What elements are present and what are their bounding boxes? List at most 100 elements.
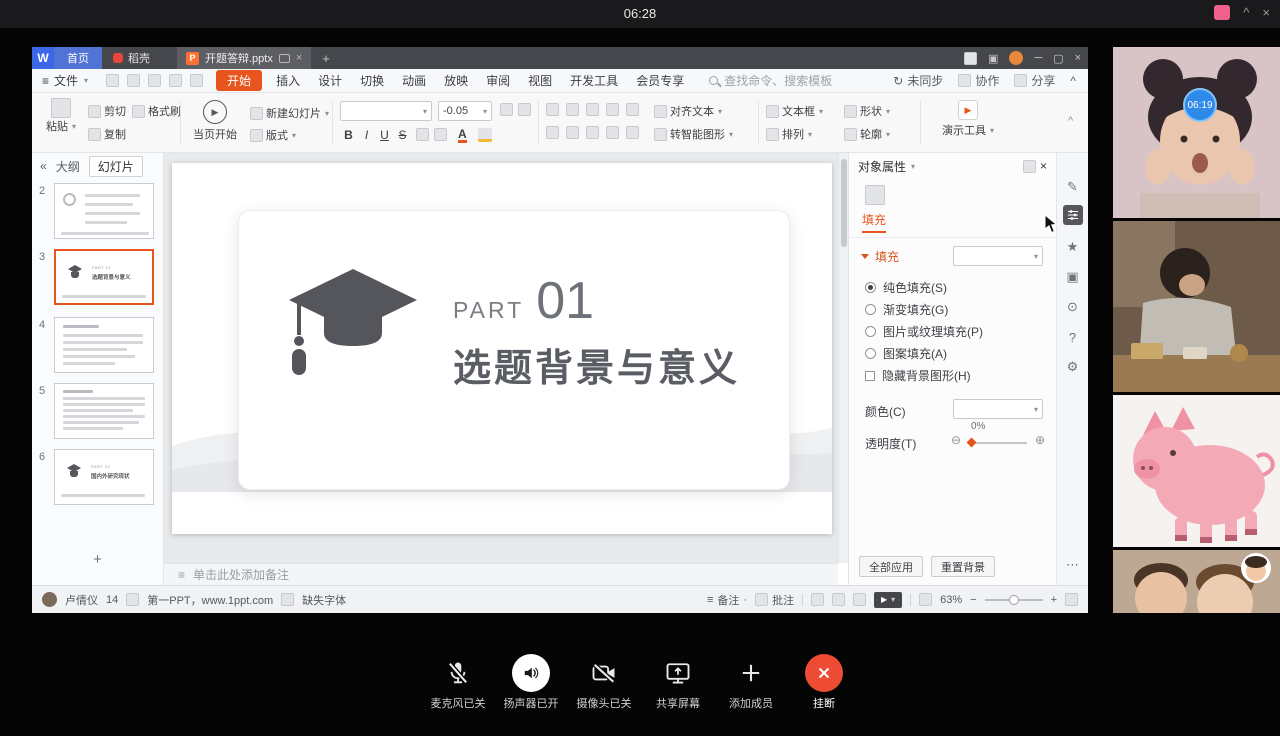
- more-tools-icon[interactable]: ⋯: [1063, 555, 1083, 575]
- strikethrough-button[interactable]: S: [394, 126, 411, 143]
- align-right-icon[interactable]: [586, 126, 599, 139]
- line-spacing-icon[interactable]: [626, 126, 639, 139]
- help-icon[interactable]: ?: [1063, 327, 1083, 347]
- underline-button[interactable]: U: [376, 126, 393, 143]
- presentation-tools-button[interactable]: ▶ 演示工具▾: [930, 100, 1006, 138]
- smart-assist-icon[interactable]: ⊙: [1063, 297, 1083, 317]
- missing-font-warning[interactable]: 缺失字体: [302, 592, 346, 608]
- color-combo[interactable]: ▾: [953, 399, 1043, 419]
- slide-title[interactable]: 选题背景与意义: [453, 337, 740, 392]
- align-text-button[interactable]: 对齐文本▾: [654, 103, 722, 119]
- copy-button[interactable]: 复制: [88, 126, 126, 142]
- zoom-slider-thumb[interactable]: [1009, 595, 1019, 605]
- superscript-icon[interactable]: [416, 128, 429, 141]
- maximize-icon[interactable]: ▢: [1053, 52, 1063, 65]
- comments-toggle[interactable]: 批注: [755, 592, 794, 608]
- new-slide-button[interactable]: 新建幻灯片▾: [250, 105, 329, 121]
- subscript-icon[interactable]: [434, 128, 447, 141]
- slideshow-play-button[interactable]: ▶▾: [874, 592, 902, 608]
- zoom-in-icon[interactable]: +: [1051, 594, 1057, 606]
- font-size-combo[interactable]: -0.05▾: [438, 101, 492, 121]
- decrease-font-icon[interactable]: [518, 103, 531, 116]
- share-button[interactable]: 分享: [1014, 72, 1055, 89]
- save-icon[interactable]: [106, 74, 119, 87]
- menu-tab-insert[interactable]: 插入: [267, 70, 309, 91]
- slide-thumbnail-5[interactable]: [54, 383, 154, 439]
- fullscreen-icon[interactable]: [1065, 593, 1078, 606]
- notes-toggle[interactable]: ≡备注·: [707, 592, 747, 608]
- scrollbar-thumb[interactable]: [841, 159, 847, 247]
- zoom-level[interactable]: 63%: [940, 594, 962, 606]
- part-row[interactable]: PART 01: [453, 271, 594, 331]
- fit-slide-icon[interactable]: [919, 593, 932, 606]
- slide-thumbnail-4[interactable]: [54, 317, 154, 373]
- window-close-icon[interactable]: ×: [1075, 52, 1081, 64]
- add-slide-button[interactable]: +: [32, 551, 163, 568]
- font-color-button[interactable]: A: [458, 128, 467, 143]
- increase-font-icon[interactable]: [500, 103, 513, 116]
- text-box-button[interactable]: 文本框▾: [766, 103, 823, 119]
- slide-content-card[interactable]: PART 01 选题背景与意义: [238, 210, 790, 490]
- menu-tab-design[interactable]: 设计: [309, 70, 351, 91]
- align-center-icon[interactable]: [566, 126, 579, 139]
- settings-gear-icon[interactable]: ⚙: [1063, 357, 1083, 377]
- undo-icon[interactable]: [169, 74, 182, 87]
- arrange-button[interactable]: 排列▾: [766, 126, 812, 142]
- justify-icon[interactable]: [606, 126, 619, 139]
- close-icon[interactable]: ×: [1262, 5, 1270, 20]
- cut-button[interactable]: 剪切: [88, 103, 126, 119]
- new-tab-button[interactable]: +: [322, 51, 330, 66]
- menu-tab-review[interactable]: 审阅: [477, 70, 519, 91]
- tab-slides[interactable]: 幻灯片: [89, 156, 143, 177]
- style-pencil-icon[interactable]: ✎: [1063, 177, 1083, 197]
- transparency-plus-icon[interactable]: ⊕: [1035, 433, 1045, 447]
- participant-video-2[interactable]: [1113, 221, 1280, 392]
- menu-tab-transition[interactable]: 切换: [351, 70, 393, 91]
- menu-tab-developer[interactable]: 开发工具: [561, 70, 627, 91]
- ribbon-more-icon[interactable]: ^: [1068, 115, 1073, 127]
- transparency-slider[interactable]: [969, 442, 1027, 444]
- align-left-icon[interactable]: [546, 126, 559, 139]
- fill-option-gradient[interactable]: 渐变填充(G): [865, 301, 948, 318]
- command-search[interactable]: 查找命令、搜索模板: [709, 72, 832, 89]
- animation-pane-icon[interactable]: ★: [1063, 237, 1083, 257]
- participant-video-3[interactable]: [1113, 395, 1280, 547]
- layout-button[interactable]: 版式▾: [250, 127, 296, 143]
- print-icon[interactable]: [127, 74, 140, 87]
- notes-bar[interactable]: ≡ 单击此处添加备注: [164, 563, 838, 585]
- menu-tab-animation[interactable]: 动画: [393, 70, 435, 91]
- ribbon-collapse-icon[interactable]: ^: [1070, 74, 1076, 88]
- start-slideshow-button[interactable]: ▶ 当页开始: [186, 100, 244, 142]
- highlight-color-icon[interactable]: [478, 128, 492, 142]
- camera-toggle-button[interactable]: 摄像头已关: [568, 651, 640, 711]
- numbering-icon[interactable]: [566, 103, 579, 116]
- participant-video-4[interactable]: [1113, 550, 1280, 613]
- format-painter-button[interactable]: 格式刷: [132, 103, 181, 119]
- presenter-avatar[interactable]: [42, 592, 57, 607]
- fill-option-picture[interactable]: 图片或纹理填充(P): [865, 323, 983, 340]
- indent-increase-icon[interactable]: [606, 103, 619, 116]
- chevron-down-icon[interactable]: ▾: [911, 162, 915, 171]
- zoom-slider[interactable]: [985, 599, 1043, 601]
- slide-thumbnail-3-selected[interactable]: PART 01 选题背景与意义: [54, 249, 154, 305]
- tab-outline[interactable]: 大纲: [56, 158, 80, 175]
- selection-pane-icon[interactable]: ▣: [1063, 267, 1083, 287]
- workspace-grid-icon[interactable]: ▣: [988, 52, 998, 65]
- apply-all-button[interactable]: 全部应用: [859, 556, 923, 577]
- split-view-icon[interactable]: [964, 52, 977, 65]
- collaborate-button[interactable]: 协作: [958, 72, 999, 89]
- wps-logo[interactable]: W: [32, 47, 54, 69]
- slide-canvas[interactable]: PART 01 选题背景与意义: [164, 153, 838, 563]
- meeting-app-icon[interactable]: [1214, 5, 1230, 20]
- fill-option-solid[interactable]: 纯色填充(S): [865, 279, 947, 296]
- slider-marker[interactable]: [967, 438, 977, 448]
- outline-button[interactable]: 轮廓▾: [844, 126, 890, 142]
- current-slide[interactable]: PART 01 选题背景与意义: [172, 163, 832, 534]
- fill-style-combo[interactable]: ▾: [953, 246, 1043, 266]
- tab-close-icon[interactable]: ×: [296, 52, 302, 64]
- text-direction-icon[interactable]: [626, 103, 639, 116]
- comment-bubble-icon[interactable]: [279, 54, 290, 63]
- share-screen-button[interactable]: 共享屏幕: [642, 651, 714, 711]
- menu-tab-home[interactable]: 开始: [216, 70, 262, 91]
- fill-section-header[interactable]: 填充: [861, 248, 899, 265]
